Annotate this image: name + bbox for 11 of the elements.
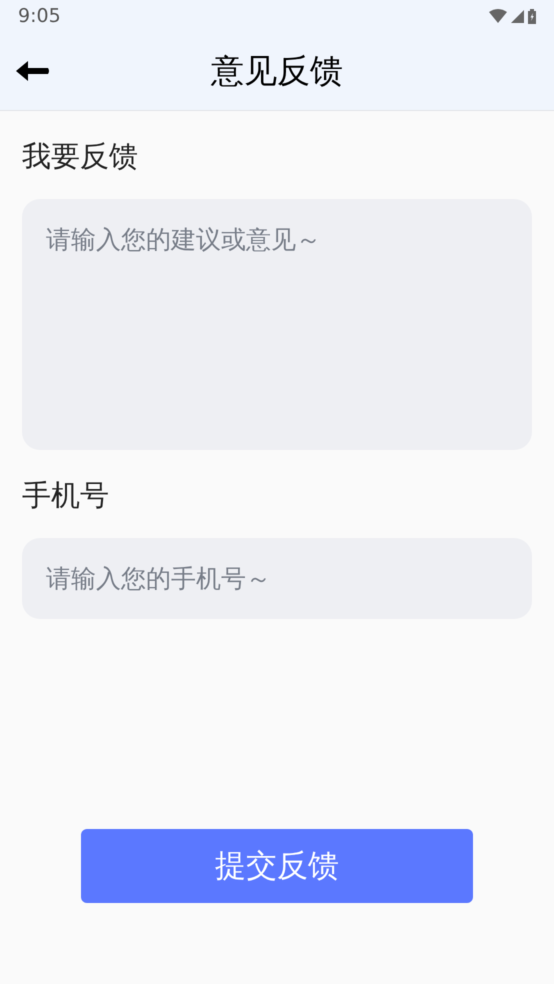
submit-button[interactable]: 提交反馈 — [81, 829, 473, 903]
signal-icon — [511, 10, 524, 22]
feedback-field[interactable]: 请输入您的建议或意见～ — [22, 199, 532, 450]
battery-icon — [528, 8, 536, 24]
page-title: 意见反馈 — [211, 50, 343, 92]
status-time: 9:05 — [18, 5, 61, 27]
phone-field[interactable]: 请输入您的手机号～ — [22, 538, 532, 619]
wifi-icon — [489, 9, 507, 23]
field-label: 手机号 — [22, 477, 110, 514]
field-label: 我要反馈 — [22, 138, 139, 175]
back-arrow-icon[interactable] — [16, 60, 50, 82]
